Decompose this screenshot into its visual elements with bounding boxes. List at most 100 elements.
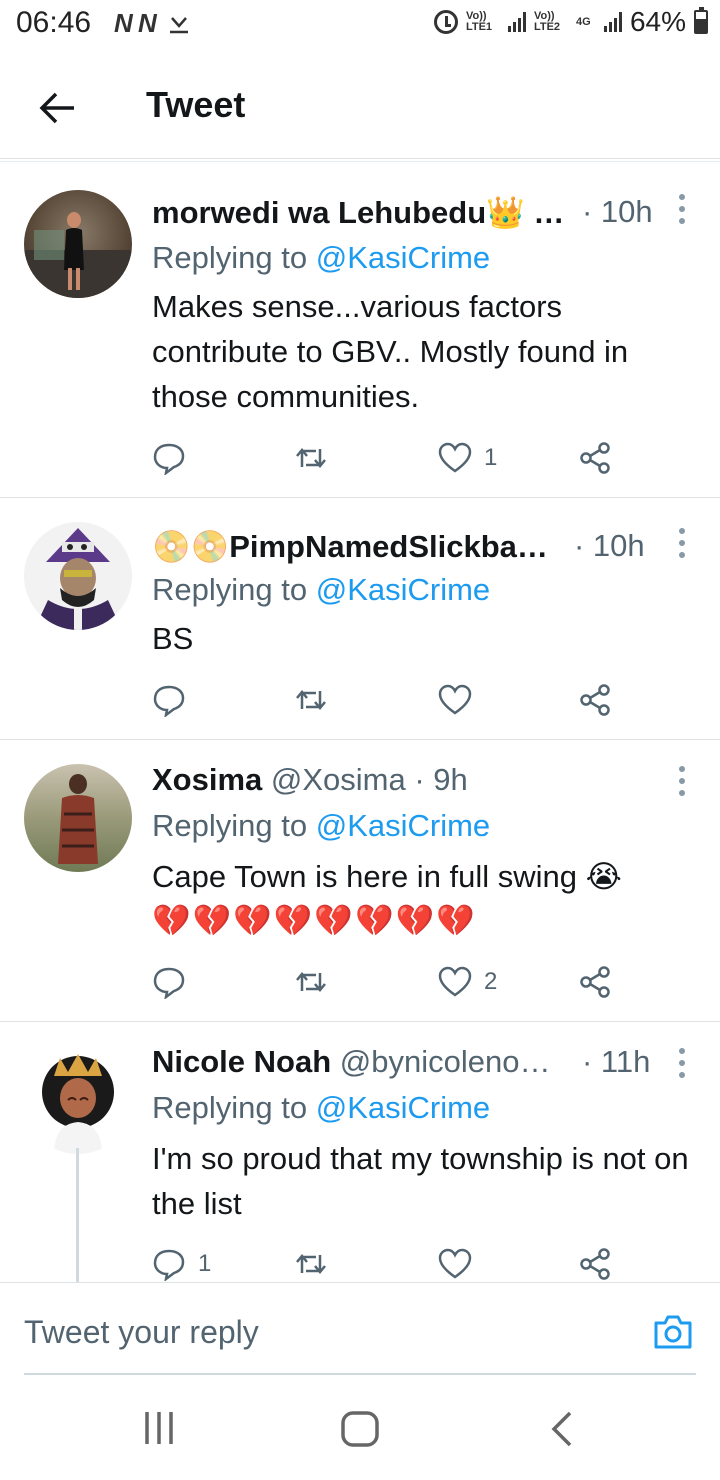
android-nav-bar [0, 1380, 720, 1480]
recent-apps-icon[interactable] [142, 1410, 176, 1446]
retweet-icon [296, 1254, 326, 1274]
avatar-image [24, 212, 132, 298]
share-icon [580, 442, 610, 474]
reply-input[interactable] [24, 1291, 696, 1375]
retweet-icon [296, 972, 326, 992]
replying-to: Replying to @KasiCrime [152, 1090, 490, 1126]
sim2-label: Vo)) LTE2 [533, 10, 561, 33]
battery-icon [694, 7, 708, 34]
replying-to: Replying to @KasiCrime [152, 808, 490, 844]
alarm-icon [433, 10, 458, 34]
tweet-timestamp: · 10h [582, 194, 653, 229]
status-right: Vo)) LTE1 Vo)) LTE2 4G 64% [433, 6, 708, 38]
reply-button[interactable]: 1 [152, 1244, 211, 1284]
tweet-actions [152, 680, 632, 720]
heart-icon [438, 966, 472, 997]
arrow-left-icon[interactable] [36, 86, 80, 130]
avatar-image [58, 774, 98, 864]
more-vertical-icon[interactable] [678, 766, 686, 796]
share-button[interactable] [578, 438, 612, 478]
author-name: Nicole Noah [152, 1044, 332, 1079]
like-count: 1 [484, 444, 498, 471]
like-button[interactable] [438, 680, 484, 720]
share-button[interactable] [578, 1244, 612, 1284]
status-time: 06:46 [16, 6, 92, 39]
reply-button[interactable] [152, 438, 198, 478]
heart-icon [438, 684, 472, 715]
tweet-item[interactable]: Nicole Noah @bynicoleno… · 11h Replying … [0, 1022, 720, 1282]
mention-link[interactable]: @KasiCrime [316, 1090, 490, 1125]
replying-prefix: Replying to [152, 1090, 316, 1125]
tweet-actions: 2 [152, 962, 632, 1002]
retweet-icon [296, 690, 326, 710]
retweet-button[interactable] [294, 962, 340, 1002]
comment-icon [153, 967, 185, 999]
tweet-author-name[interactable]: Xosima @Xosima · 9h [152, 762, 468, 798]
battery-percent: 64% [629, 6, 686, 37]
network-type-label: 4G [575, 15, 591, 28]
replying-prefix: Replying to [152, 808, 316, 843]
mention-link[interactable]: @KasiCrime [316, 240, 490, 275]
avatar[interactable] [24, 190, 132, 298]
share-icon [580, 684, 610, 716]
author-name: morwedi wa Lehubedu👑 … [152, 195, 565, 230]
retweet-button[interactable] [294, 680, 340, 720]
tweet-item[interactable]: Xosima @Xosima · 9h Replying to @KasiCri… [0, 740, 720, 1022]
page-title: Tweet [146, 84, 246, 125]
reply-composer [0, 1282, 720, 1378]
notification-n-icon: N N [114, 8, 157, 38]
like-button[interactable] [438, 1244, 484, 1284]
more-vertical-icon[interactable] [678, 528, 686, 558]
tweet-author-name[interactable]: morwedi wa Lehubedu👑 … [152, 194, 564, 231]
avatar[interactable] [24, 522, 132, 630]
tweet-actions: 1 [152, 1244, 632, 1284]
more-vertical-icon[interactable] [678, 1048, 686, 1078]
like-button[interactable]: 2 [438, 962, 497, 1002]
author-name: 📀📀PimpNamedSlickba… [152, 529, 548, 564]
mention-link[interactable]: @KasiCrime [316, 572, 490, 607]
tweet-author-name[interactable]: Nicole Noah @bynicoleno… [152, 1044, 550, 1080]
author-handle: @Xosima [270, 762, 406, 797]
reply-button[interactable] [152, 680, 198, 720]
thread-connector-line [76, 1148, 79, 1282]
sim1-label: Vo)) LTE1 [465, 10, 493, 33]
tweet-text-emoji-line: 💔💔💔💔💔💔💔💔 [152, 903, 477, 938]
retweet-button[interactable] [294, 1244, 340, 1284]
mention-link[interactable]: @KasiCrime [316, 808, 490, 843]
tweet-actions: 1 [152, 438, 632, 478]
more-vertical-icon[interactable] [678, 194, 686, 224]
back-nav-icon[interactable] [548, 1410, 576, 1448]
replying-to: Replying to @KasiCrime [152, 572, 490, 608]
tweet-timestamp: · 9h [414, 762, 468, 797]
tweet-item[interactable]: 📀📀PimpNamedSlickba… · 10h Replying to @K… [0, 498, 720, 740]
share-icon [580, 1248, 610, 1280]
author-handle: @bynicoleno… [339, 1044, 551, 1079]
reply-count: 1 [198, 1250, 212, 1277]
share-button[interactable] [578, 680, 612, 720]
share-button[interactable] [578, 962, 612, 1002]
app-header: Tweet [0, 60, 720, 156]
download-done-icon [169, 16, 188, 33]
heart-icon [438, 442, 472, 473]
signal-bars-icon [603, 12, 622, 32]
status-bar: 06:46 N N Vo)) LTE1 Vo)) LTE2 4G 64% [0, 0, 720, 52]
notification-icons: N N [114, 8, 190, 39]
home-icon[interactable] [340, 1410, 380, 1448]
retweet-icon [296, 448, 326, 468]
avatar-image [34, 528, 122, 630]
avatar[interactable] [24, 1046, 132, 1154]
tweet-author-name[interactable]: 📀📀PimpNamedSlickba… [152, 528, 548, 565]
avatar[interactable] [24, 764, 132, 872]
comment-icon [153, 685, 185, 717]
like-button[interactable]: 1 [438, 438, 497, 478]
author-name: Xosima [152, 762, 263, 797]
tweet-item[interactable]: morwedi wa Lehubedu👑 … · 10h Replying to… [0, 162, 720, 498]
tweet-text: I'm so proud that my township is not on … [152, 1141, 689, 1221]
retweet-button[interactable] [294, 438, 340, 478]
reply-button[interactable] [152, 962, 198, 1002]
tweet-timestamp: · 11h [582, 1044, 651, 1079]
avatar-image [42, 1054, 114, 1154]
replying-prefix: Replying to [152, 572, 316, 607]
replying-to: Replying to @KasiCrime [152, 240, 490, 276]
camera-icon[interactable] [652, 1313, 694, 1351]
